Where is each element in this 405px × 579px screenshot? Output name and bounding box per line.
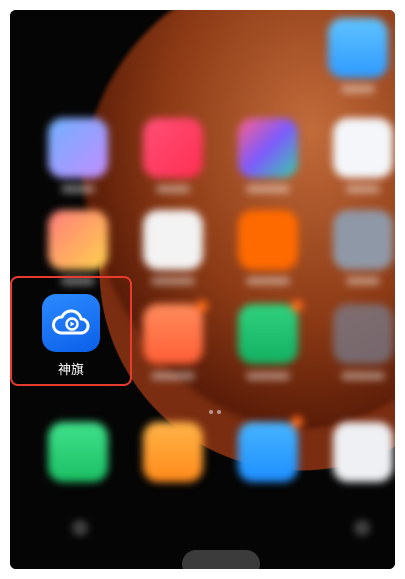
cloud-play-icon	[52, 309, 90, 335]
shenqi-app-button[interactable]	[42, 294, 100, 352]
app-label	[246, 277, 290, 285]
music-icon[interactable]	[143, 118, 203, 178]
security-icon[interactable]	[238, 304, 298, 364]
themes-icon[interactable]	[238, 118, 298, 178]
app-label	[61, 185, 95, 193]
photos-icon[interactable]	[48, 210, 108, 270]
play-store-icon[interactable]	[143, 210, 203, 270]
app-label	[156, 185, 190, 193]
weather-widget-icon[interactable]	[328, 18, 388, 78]
app-label	[151, 372, 195, 380]
calendar-icon[interactable]	[333, 118, 393, 178]
app-label	[151, 277, 195, 285]
settings-icon[interactable]	[333, 210, 393, 270]
app-label	[346, 277, 380, 285]
home-navigation-pill[interactable]	[182, 550, 260, 569]
shenqi-app-label: 神旗	[57, 363, 84, 378]
notification-dot	[291, 300, 303, 312]
gallery-icon[interactable]	[48, 118, 108, 178]
app-label	[246, 372, 290, 380]
search-icon[interactable]	[72, 520, 88, 536]
app-label	[341, 372, 385, 380]
messages-icon[interactable]	[238, 422, 298, 482]
notes-icon[interactable]	[143, 422, 203, 482]
folder-icon[interactable]	[333, 304, 393, 364]
shop-icon[interactable]	[143, 304, 203, 364]
assistant-icon[interactable]	[354, 520, 370, 536]
app-label	[246, 185, 290, 193]
page-indicator	[209, 399, 229, 414]
mi-store-icon[interactable]	[238, 210, 298, 270]
app-label	[346, 185, 380, 193]
notification-dot	[291, 416, 303, 428]
notification-dot	[196, 300, 208, 312]
app-label	[341, 85, 375, 93]
camera-icon[interactable]	[333, 422, 393, 482]
phone-icon[interactable]	[48, 422, 108, 482]
